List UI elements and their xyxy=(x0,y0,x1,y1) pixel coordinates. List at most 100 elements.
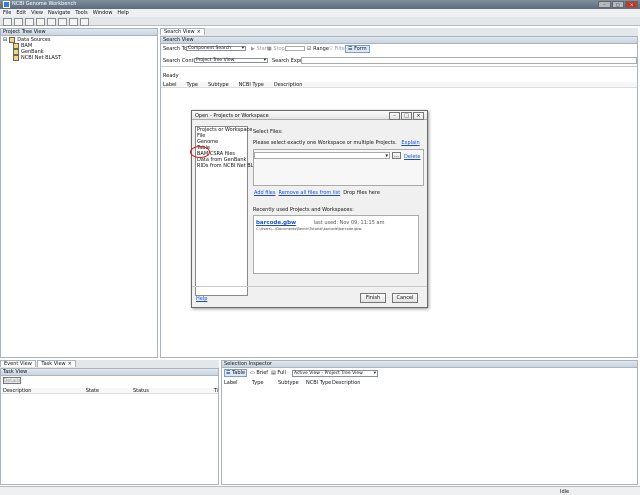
range-input[interactable] xyxy=(285,46,305,51)
tab-task-view[interactable]: Task View × xyxy=(37,360,76,367)
tree-item-label: NCBI Net BLAST xyxy=(21,55,62,61)
highlight-circle xyxy=(190,146,210,158)
remove-all-link[interactable]: Remove all files from list xyxy=(279,190,341,196)
column-type[interactable]: Type xyxy=(252,380,278,386)
tree-item-blast[interactable]: NCBI Net BLAST xyxy=(13,55,61,61)
delete-link[interactable]: Delete xyxy=(404,154,420,160)
recent-item[interactable]: barcode.gbw last used: Nov 09, 11:15 am xyxy=(256,220,384,226)
menu-navigate[interactable]: Navigate xyxy=(48,10,70,16)
close-icon[interactable]: × xyxy=(625,1,639,8)
divider xyxy=(161,66,637,67)
form-label: Form xyxy=(354,46,367,52)
minimize-icon[interactable]: – xyxy=(598,1,611,8)
menu-tools[interactable]: Tools xyxy=(75,10,87,16)
tab-label: Task View xyxy=(41,361,66,367)
finish-button[interactable]: Finish xyxy=(360,293,386,303)
close-icon[interactable]: × xyxy=(413,112,424,120)
chevron-down-icon: ▾ xyxy=(385,152,388,159)
open-icon[interactable] xyxy=(14,18,23,26)
active-view-select[interactable]: Active View - Project Tree View ▾ xyxy=(291,369,378,377)
menu-file[interactable]: File xyxy=(3,10,11,16)
view-full-button[interactable]: ▤ Full xyxy=(271,370,286,376)
stop-button[interactable]: ■ Stop xyxy=(267,46,285,52)
column-label[interactable]: Label xyxy=(224,380,252,386)
dialog-window-controls: – □ × xyxy=(389,112,424,120)
column-ncbi-type[interactable]: NCBI Type xyxy=(239,82,264,88)
tab-event-view[interactable]: Event View xyxy=(0,360,36,367)
option-blast-rids[interactable]: RIDs from NCBI Net BLAST xyxy=(196,163,263,169)
app-icon xyxy=(3,1,10,8)
column-ncbi-type[interactable]: NCBI Type xyxy=(306,380,332,386)
close-icon[interactable]: × xyxy=(197,29,201,35)
search-tool-value: Component Search xyxy=(188,46,232,51)
save-icon[interactable] xyxy=(25,18,34,26)
view-full-label: Full xyxy=(277,370,286,376)
selection-inspector-panel: Selection Inspector ☰ Table ▭ Brief ▤ Fu… xyxy=(221,360,638,485)
column-state[interactable]: State xyxy=(86,388,133,394)
help-link[interactable]: Help xyxy=(196,296,207,302)
view-table-button[interactable]: ☰ Table xyxy=(224,369,248,377)
search-icon[interactable] xyxy=(36,18,45,26)
inspector-columns-header: Label Type Subtype NCBI Type Description xyxy=(222,380,637,386)
recent-item-path: C:\Users\...\Documents\Bench\Tutorial\ba… xyxy=(256,227,362,231)
add-files-link[interactable]: Add files xyxy=(254,190,276,196)
column-status[interactable]: Status xyxy=(133,388,214,394)
menu-bar: File Edit View Navigate Tools Window Hel… xyxy=(0,9,640,17)
search-tool-select[interactable]: Component Search ▾ xyxy=(186,46,246,51)
start-button[interactable]: ▶ Start xyxy=(251,46,269,52)
column-subtype[interactable]: Subtype xyxy=(208,82,229,88)
new-icon[interactable] xyxy=(3,18,12,26)
browse-button[interactable]: ... xyxy=(392,152,401,159)
column-subtype[interactable]: Subtype xyxy=(278,380,306,386)
maximize-icon[interactable]: □ xyxy=(401,112,412,120)
task-columns-header: Description State Status Ti xyxy=(1,388,218,394)
project-tree-panel: Project Tree View ⊟ Data Sources BAM Gen… xyxy=(0,28,158,358)
recent-list: barcode.gbw last used: Nov 09, 11:15 am … xyxy=(253,215,419,274)
copy-icon[interactable] xyxy=(58,18,67,26)
menu-help[interactable]: Help xyxy=(117,10,128,16)
explain-link[interactable]: Explain xyxy=(401,140,419,146)
range-button[interactable]: ☑ Range xyxy=(307,46,329,52)
tab-search-view[interactable]: Search View × xyxy=(160,28,205,35)
file-actions: Add files Remove all files from list Dro… xyxy=(254,190,380,196)
column-description[interactable]: Description xyxy=(332,380,360,386)
active-view-value: Active View - Project Tree View xyxy=(293,370,363,376)
file-path-combo[interactable]: ▾ xyxy=(254,152,390,159)
menu-edit[interactable]: Edit xyxy=(16,10,26,16)
search-tab-strip: Search View × xyxy=(160,28,638,36)
menu-window[interactable]: Window xyxy=(93,10,113,16)
close-icon[interactable]: × xyxy=(68,361,72,367)
paste-icon[interactable] xyxy=(69,18,78,26)
search-status: Ready xyxy=(163,73,179,79)
instruction-text: Please select exactly one Workspace or m… xyxy=(253,140,397,146)
selection-inspector-header: Selection Inspector xyxy=(222,361,637,368)
window-title-bar xyxy=(0,0,640,9)
status-bar: Idle xyxy=(0,486,640,495)
view-brief-button[interactable]: ▭ Brief xyxy=(250,370,268,376)
bottom-left-tab-strip: Event View Task View × xyxy=(0,360,219,368)
column-description[interactable]: Description xyxy=(274,82,302,88)
minimize-icon[interactable]: – xyxy=(389,112,400,120)
column-time[interactable]: Ti xyxy=(214,388,218,394)
recent-item-name[interactable]: barcode.gbw xyxy=(256,220,296,226)
expand-icon[interactable]: ⊟ xyxy=(3,37,7,43)
menu-view[interactable]: View xyxy=(31,10,43,16)
chevron-down-icon: ▾ xyxy=(263,58,266,63)
broadcast-icon[interactable] xyxy=(80,18,89,26)
maximize-icon[interactable]: □ xyxy=(611,1,625,8)
column-label[interactable]: Label xyxy=(163,82,177,88)
select-instruction: Please select exactly one Workspace or m… xyxy=(253,140,420,146)
column-description[interactable]: Description xyxy=(3,388,86,394)
cancel-button[interactable]: Cancel xyxy=(392,293,418,303)
inspector-toolbar: ☰ Table ▭ Brief ▤ Full Active View - Pro… xyxy=(224,369,378,377)
form-button[interactable]: ☰ Form xyxy=(345,45,370,53)
data-source-icon xyxy=(13,55,19,61)
cut-icon[interactable] xyxy=(47,18,56,26)
search-context-select[interactable]: Project Tree View ▾ xyxy=(194,58,268,63)
view-brief-label: Brief xyxy=(256,370,269,376)
column-type[interactable]: Type xyxy=(187,82,198,88)
project-tree-title: Project Tree View xyxy=(3,29,46,35)
project-tree-header: Project Tree View xyxy=(1,29,157,36)
search-expression-input[interactable] xyxy=(301,57,637,64)
details-button[interactable]: Details xyxy=(3,377,21,384)
